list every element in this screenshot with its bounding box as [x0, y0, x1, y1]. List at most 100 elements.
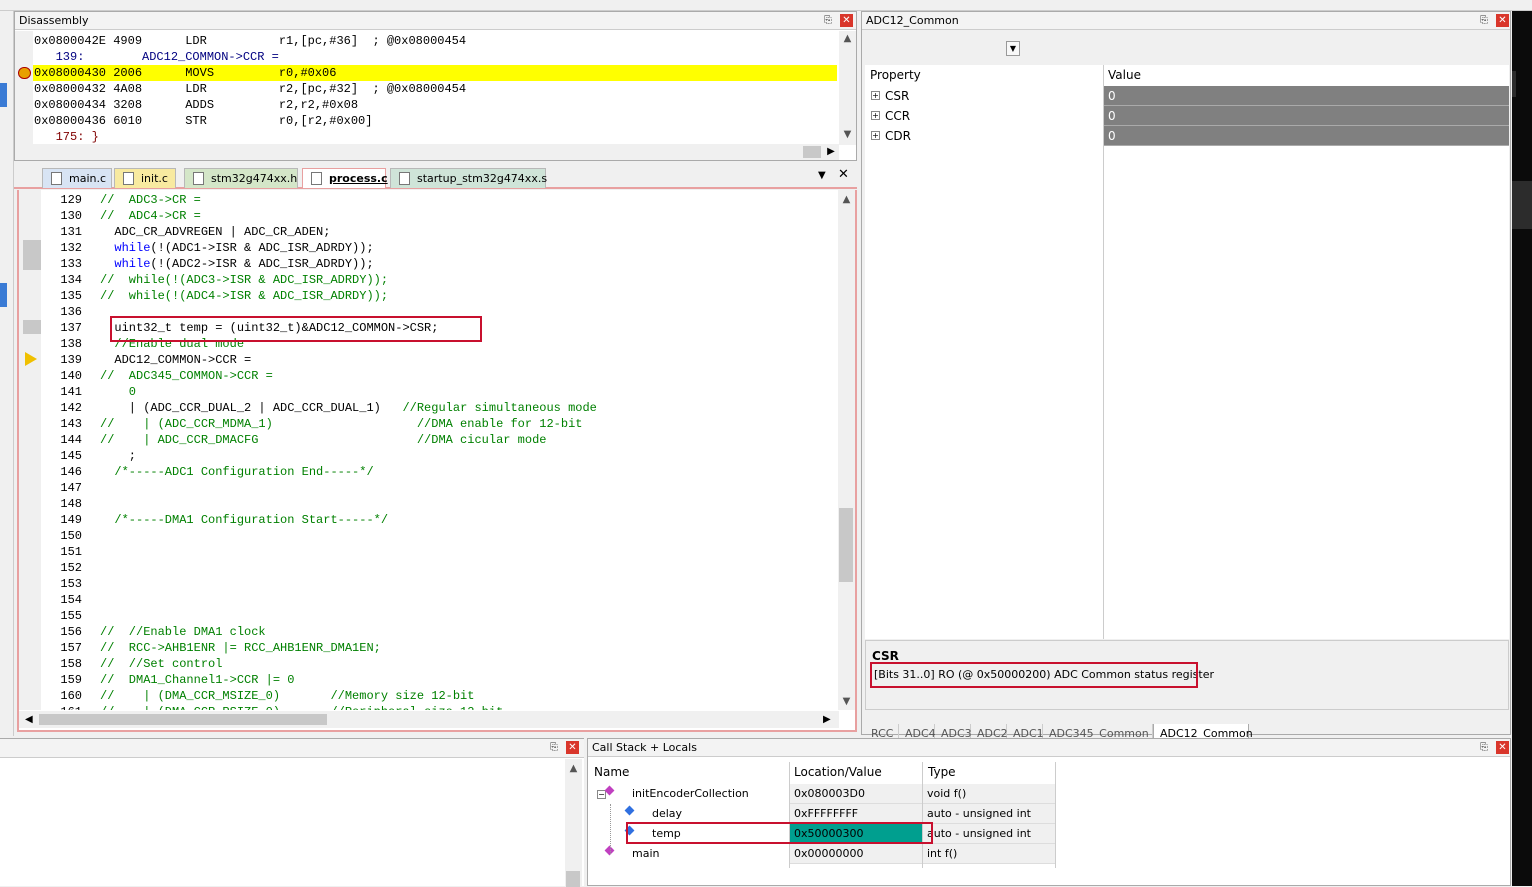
disasm-line[interactable]: 0x08000432 4A08 LDR r2,[pc,#32] ; @0x080… — [34, 81, 834, 97]
scroll-up-icon[interactable]: ▲ — [565, 761, 582, 777]
tab-process-c[interactable]: process.c — [302, 168, 388, 188]
callstack-value[interactable]: 0xFFFFFFFF — [790, 804, 922, 824]
hscroll-thumb[interactable] — [803, 146, 821, 158]
code-line[interactable]: 153 — [2, 576, 839, 592]
code-line[interactable]: 150 — [2, 528, 839, 544]
line-number: 142 — [60, 401, 82, 415]
code-line[interactable]: 133 while(!(ADC2->ISR & ADC_ISR_ADRDY)); — [2, 256, 839, 272]
line-number: 157 — [60, 641, 82, 655]
tab-startup-s[interactable]: startup_stm32g474xx.s — [390, 168, 547, 188]
pin-icon[interactable]: ⎘ — [1478, 741, 1490, 754]
disassembly-vscroll[interactable]: ▲ ▼ — [839, 31, 856, 145]
register-value[interactable]: 0 — [1104, 86, 1509, 106]
editor-hscroll[interactable]: ◀ ▶ — [19, 711, 839, 728]
peripheral-dropdown[interactable]: ▼ — [866, 40, 1020, 58]
code-line[interactable]: 129 // ADC3->CR = — [2, 192, 839, 208]
tab-stm32g474xx-h[interactable]: stm32g474xx.h — [184, 168, 298, 188]
disassembly-title: Disassembly — [15, 12, 856, 30]
close-icon[interactable]: ✕ — [1496, 741, 1509, 754]
callstack-header-type[interactable]: Type — [928, 765, 956, 779]
scroll-right-icon[interactable]: ▶ — [823, 144, 839, 160]
dock-tab-blue[interactable] — [0, 83, 7, 107]
disasm-line[interactable]: 0x08000430 2006 MOVS r0,#0x06 — [34, 65, 834, 81]
register-name[interactable]: CDR — [885, 126, 911, 146]
scroll-right-icon[interactable]: ▶ — [823, 711, 831, 728]
code-line[interactable]: 154 — [2, 592, 839, 608]
expand-icon[interactable]: + — [871, 131, 880, 140]
editor-vscroll[interactable]: ▲ ▼ — [838, 190, 855, 710]
disasm-line[interactable]: 175: } — [34, 129, 834, 145]
close-icon[interactable]: ✕ — [840, 14, 853, 27]
code-text: // | (ADC_CCR_MDMA_1) //DMA enable for 1… — [100, 417, 583, 431]
vscroll-thumb[interactable] — [839, 508, 853, 582]
callstack-value[interactable]: 0x00000000 — [790, 844, 922, 864]
code-line[interactable]: 159 // DMA1_Channel1->CCR |= 0 — [2, 672, 839, 688]
code-line[interactable]: 158 // //Set control — [2, 656, 839, 672]
close-icon[interactable]: ✕ — [566, 741, 579, 754]
pin-icon[interactable]: ⎘ — [822, 14, 834, 27]
disasm-line[interactable]: 0x08000434 3208 ADDS r2,r2,#0x08 — [34, 97, 834, 113]
code-line[interactable]: 151 — [2, 544, 839, 560]
code-line[interactable]: 145 ; — [2, 448, 839, 464]
code-line[interactable]: 131 ADC_CR_ADVREGEN | ADC_CR_ADEN; — [2, 224, 839, 240]
register-name[interactable]: CSR — [885, 86, 909, 106]
code-line[interactable]: 155 — [2, 608, 839, 624]
code-line[interactable]: 152 — [2, 560, 839, 576]
register-name[interactable]: CCR — [885, 106, 910, 126]
callstack-header-name[interactable]: Name — [594, 765, 629, 779]
expand-icon[interactable]: + — [871, 111, 880, 120]
code-text: ADC_CR_ADVREGEN | ADC_CR_ADEN; — [100, 225, 331, 239]
disassembly-hscroll[interactable]: ▶ — [15, 144, 839, 160]
code-line[interactable]: 149 /*-----DMA1 Configuration Start-----… — [2, 512, 839, 528]
code-line[interactable]: 132 while(!(ADC1->ISR & ADC_ISR_ADRDY)); — [2, 240, 839, 256]
scroll-up-icon[interactable]: ▲ — [839, 31, 856, 47]
callstack-name[interactable]: initEncoderCollection — [628, 784, 788, 804]
disasm-line[interactable]: 0x0800042E 4909 LDR r1,[pc,#36] ; @0x080… — [34, 33, 834, 49]
expand-icon[interactable]: + — [871, 91, 880, 100]
vscroll-thumb[interactable] — [566, 871, 580, 887]
code-line[interactable]: 135 // while(!(ADC4->ISR & ADC_ISR_ADRDY)… — [2, 288, 839, 304]
code-lines[interactable]: 129// ADC3->CR = 130// ADC4->CR = 131 ADC_… — [2, 192, 839, 710]
code-line[interactable]: 147 — [2, 480, 839, 496]
callstack-name[interactable]: delay — [648, 804, 788, 824]
bottom-left-vscroll[interactable]: ▲ — [565, 759, 582, 887]
code-line[interactable]: 140 // ADC345_COMMON->CCR = — [2, 368, 839, 384]
code-line[interactable]: 156 // //Enable DMA1 clock — [2, 624, 839, 640]
code-line[interactable]: 141 0 — [2, 384, 839, 400]
code-line[interactable]: 130 // ADC4->CR = — [2, 208, 839, 224]
code-line[interactable]: 139 ADC12_COMMON->CCR = — [2, 352, 839, 368]
edge-tab[interactable] — [1512, 71, 1516, 97]
hscroll-thumb[interactable] — [39, 714, 327, 725]
scroll-down-icon[interactable]: ▼ — [838, 694, 855, 710]
edge-tab[interactable] — [1512, 181, 1532, 229]
code-line[interactable]: 160 // | (DMA_CCR_MSIZE_0) //Memory size … — [2, 688, 839, 704]
code-line[interactable]: 143 // | (ADC_CCR_MDMA_1) //DMA enable fo… — [2, 416, 839, 432]
pin-icon[interactable]: ⎘ — [1478, 14, 1490, 27]
pin-icon[interactable]: ⎘ — [548, 741, 560, 754]
scroll-left-icon[interactable]: ◀ — [25, 711, 33, 728]
code-text: while(!(ADC1->ISR & ADC_ISR_ADRDY)); — [114, 241, 374, 255]
tab-dropdown-icon[interactable]: ▼ — [818, 170, 826, 181]
tab-init-c[interactable]: init.c — [114, 168, 176, 188]
close-icon[interactable]: ✕ — [1496, 14, 1509, 27]
callstack-header-location[interactable]: Location/Value — [794, 765, 882, 779]
code-line[interactable]: 161 // | (DMA_CCR_PSIZE_0) //Peripheral s… — [2, 704, 839, 710]
scroll-up-icon[interactable]: ▲ — [838, 192, 855, 208]
scroll-down-icon[interactable]: ▼ — [839, 127, 856, 143]
tab-main-c[interactable]: main.c — [42, 168, 112, 188]
register-value[interactable]: 0 — [1104, 106, 1509, 126]
code-line[interactable]: 157 // RCC->AHB1ENR |= RCC_AHB1ENR_DMA1EN… — [2, 640, 839, 656]
register-value[interactable]: 0 — [1104, 126, 1509, 146]
disasm-line[interactable]: 139: ADC12_COMMON->CCR = — [34, 49, 834, 65]
code-line[interactable]: 144 // | ADC_CCR_DMACFG //DMA cicular mod… — [2, 432, 839, 448]
code-line[interactable]: 146 /*-----ADC1 Configuration End-----*/ — [2, 464, 839, 480]
close-editor-icon[interactable]: ✕ — [838, 167, 849, 182]
disasm-line[interactable]: 0x08000436 6010 STR r0,[r2,#0x00] — [34, 113, 834, 129]
code-line[interactable]: 142 | (ADC_CCR_DUAL_2 | ADC_CCR_DUAL_1) … — [2, 400, 839, 416]
callstack-type: auto - unsigned int — [923, 804, 1055, 824]
callstack-value[interactable]: 0x080003D0 — [790, 784, 922, 804]
chevron-down-icon[interactable]: ▼ — [1006, 41, 1020, 56]
code-line[interactable]: 134 // while(!(ADC3->ISR & ADC_ISR_ADRDY)… — [2, 272, 839, 288]
code-line[interactable]: 148 — [2, 496, 839, 512]
callstack-name[interactable]: main — [628, 844, 788, 864]
